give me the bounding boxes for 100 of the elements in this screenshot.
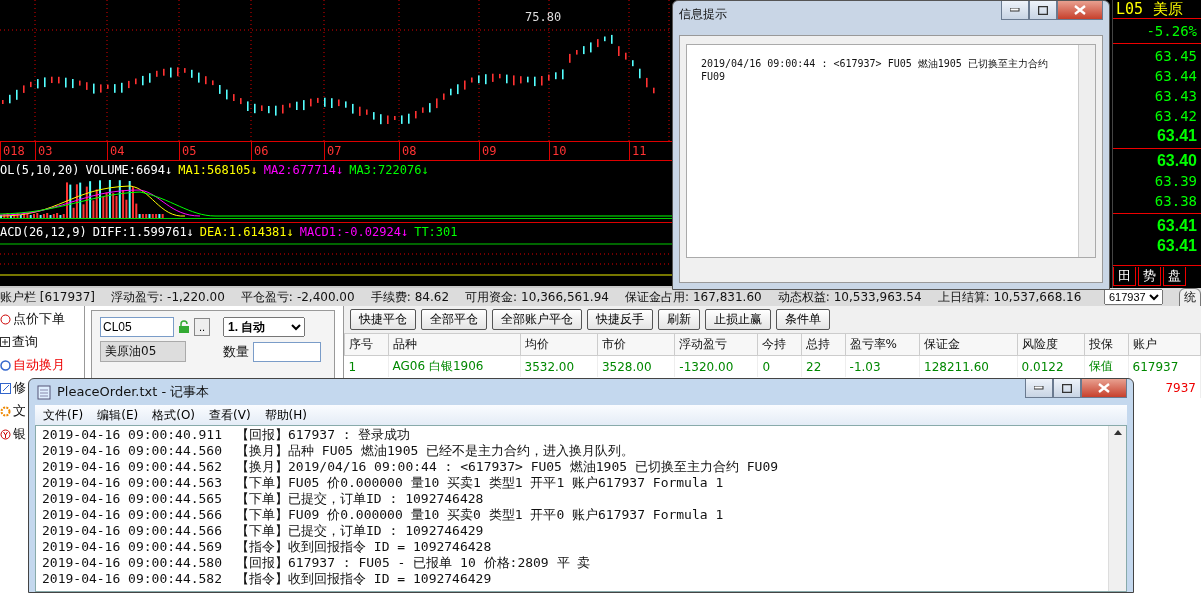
column-header: 盈亏率% xyxy=(845,333,920,356)
log-message: 【指令】收到回报指令 ID = 1092746428 xyxy=(236,539,492,555)
toolbar-button[interactable]: 全部账户平仓 xyxy=(492,309,582,330)
mode-select[interactable]: 1. 自动 xyxy=(223,317,306,337)
log-timestamp: 2019-04-16 09:00:44.562 xyxy=(42,459,222,475)
yen-icon xyxy=(0,428,11,440)
close-icon xyxy=(1074,5,1086,15)
lock-icon xyxy=(178,320,190,334)
account-field-label: 可用资金: xyxy=(465,288,518,306)
sidebar-item[interactable]: 查询 xyxy=(12,333,38,351)
sidebar-item[interactable]: 修 xyxy=(13,379,26,397)
log-message: 【下单】已提交，订单ID : 1092746428 xyxy=(236,491,484,507)
maximize-button[interactable] xyxy=(1029,1,1057,20)
minimize-button[interactable] xyxy=(1025,379,1053,398)
log-timestamp: 2019-04-16 09:00:44.569 xyxy=(42,539,222,555)
month-label: 11 xyxy=(629,142,669,161)
toolbar-button[interactable]: 刷新 xyxy=(658,309,700,330)
maximize-button[interactable] xyxy=(1053,379,1081,398)
column-header: 序号 xyxy=(344,333,389,356)
price-level: 63.43 xyxy=(1153,87,1198,106)
table-cell: -1.03 xyxy=(845,355,920,377)
sidebar-item[interactable]: 文 xyxy=(13,402,26,420)
close-button[interactable] xyxy=(1081,379,1127,398)
maximize-icon xyxy=(1062,383,1072,393)
minimize-button[interactable] xyxy=(1001,1,1029,20)
price-level: 63.41 xyxy=(1155,216,1198,236)
account-field-value: -2,400.00 xyxy=(296,290,355,304)
scrollbar[interactable] xyxy=(1108,426,1126,591)
log-message: 【回报】617937 : FU05 - 已报单 10 价格:2809 平 卖 xyxy=(236,555,591,571)
toolbar-button[interactable]: 全部平仓 xyxy=(421,309,487,330)
sidebar-item[interactable]: 银 xyxy=(13,425,26,443)
table-cell: -1320.00 xyxy=(674,355,758,377)
contract-code-field[interactable]: CL05 xyxy=(100,317,174,337)
column-header: 今持 xyxy=(757,333,802,356)
table-cell: AG06 白银1906 xyxy=(388,355,520,377)
window-title: PleaceOrder.txt - 记事本 xyxy=(57,383,210,401)
account-field-label: 动态权益: xyxy=(777,288,830,306)
peak-price-label: 75.80 xyxy=(525,10,562,24)
message-text: 2019/04/16 09:00:44 : <617937> FU05 燃油1905 已切换至主力合约 FU09 xyxy=(700,57,1049,84)
month-label: 08 xyxy=(399,142,479,161)
scrollbar[interactable] xyxy=(1078,45,1095,257)
log-timestamp: 2019-04-16 09:00:44.582 xyxy=(42,571,222,587)
table-cell: 0 xyxy=(757,355,802,377)
log-message: 【换月】品种 FU05 燃油1905 已经不是主力合约，进入换月队列。 xyxy=(236,443,635,459)
month-label: 018 xyxy=(0,142,35,161)
column-header: 风险度 xyxy=(1017,333,1085,356)
legend-value: MACD1:-0.02924↓ xyxy=(299,224,409,239)
column-header: 账户 xyxy=(1128,333,1201,356)
toolbar-button[interactable]: 条件单 xyxy=(776,309,830,330)
legend-value: TT:301 xyxy=(414,224,458,239)
toolbar-button[interactable]: 快捷平仓 xyxy=(350,309,416,330)
month-label: 09 xyxy=(479,142,549,161)
panel-tab[interactable]: 盘 xyxy=(1163,267,1186,286)
sidebar-item[interactable]: 点价下单 xyxy=(13,310,65,328)
legend-value: DEA:1.614381↓ xyxy=(199,224,294,239)
quantity-label: 数量 xyxy=(223,342,250,361)
menu-item[interactable]: 查看(V) xyxy=(209,406,251,424)
minimize-icon xyxy=(1010,8,1020,12)
maximize-icon xyxy=(1038,5,1048,15)
price-level: 63.41 xyxy=(1155,126,1198,146)
month-label: 03 xyxy=(35,142,107,161)
table-cell: 3532.00 xyxy=(520,355,598,377)
table-cell: 保值 xyxy=(1084,355,1128,377)
log-message: 【回报】617937 : 登录成功 xyxy=(236,427,411,443)
edit-icon xyxy=(0,382,11,394)
column-header: 品种 xyxy=(388,333,520,356)
table-cell: 22 xyxy=(801,355,846,377)
price-level: 63.40 xyxy=(1155,151,1198,171)
menu-item[interactable]: 帮助(H) xyxy=(264,406,307,424)
browse-button[interactable]: .. xyxy=(194,318,211,336)
price-level: 63.38 xyxy=(1153,192,1198,211)
month-label: 04 xyxy=(107,142,179,161)
legend-value: MA2:677714↓ xyxy=(263,162,344,177)
gear-icon xyxy=(0,405,11,417)
toolbar-button[interactable]: 止损止赢 xyxy=(705,309,771,330)
panel-tab[interactable]: 势 xyxy=(1138,267,1161,286)
account-select[interactable]: 617937 xyxy=(1104,289,1163,305)
account-field-label: 浮动盈亏: xyxy=(111,288,164,306)
log-timestamp: 2019-04-16 09:00:40.911 xyxy=(42,427,222,443)
close-button[interactable] xyxy=(1057,1,1103,20)
price-level: 63.45 xyxy=(1153,47,1198,66)
menu-item[interactable]: 格式(O) xyxy=(152,406,196,424)
toolbar-button[interactable]: 快捷反手 xyxy=(587,309,653,330)
account-field-label: 上日结算: xyxy=(937,288,990,306)
menu-item[interactable]: 编辑(E) xyxy=(97,406,139,424)
sidebar-item[interactable]: 自动换月 xyxy=(13,356,65,374)
panel-tab[interactable]: 田 xyxy=(1113,267,1136,286)
log-message: 【指令】收到回报指令 ID = 1092746429 xyxy=(236,571,492,587)
month-label: 05 xyxy=(179,142,251,161)
price-level: 63.42 xyxy=(1153,107,1198,126)
log-timestamp: 2019-04-16 09:00:44.566 xyxy=(42,523,222,539)
account-field-value: -1,220.00 xyxy=(167,290,225,304)
panel-tab[interactable]: 统 xyxy=(1179,288,1201,306)
menu-item[interactable]: 文件(F) xyxy=(43,406,84,424)
legend-value: MA3:722076↓ xyxy=(349,162,429,177)
quantity-field[interactable] xyxy=(253,341,322,362)
month-label: 07 xyxy=(324,142,399,161)
column-header: 投保 xyxy=(1084,333,1128,356)
column-header: 总持 xyxy=(801,333,846,356)
legend-value: OL(5,10,20) xyxy=(0,162,80,177)
